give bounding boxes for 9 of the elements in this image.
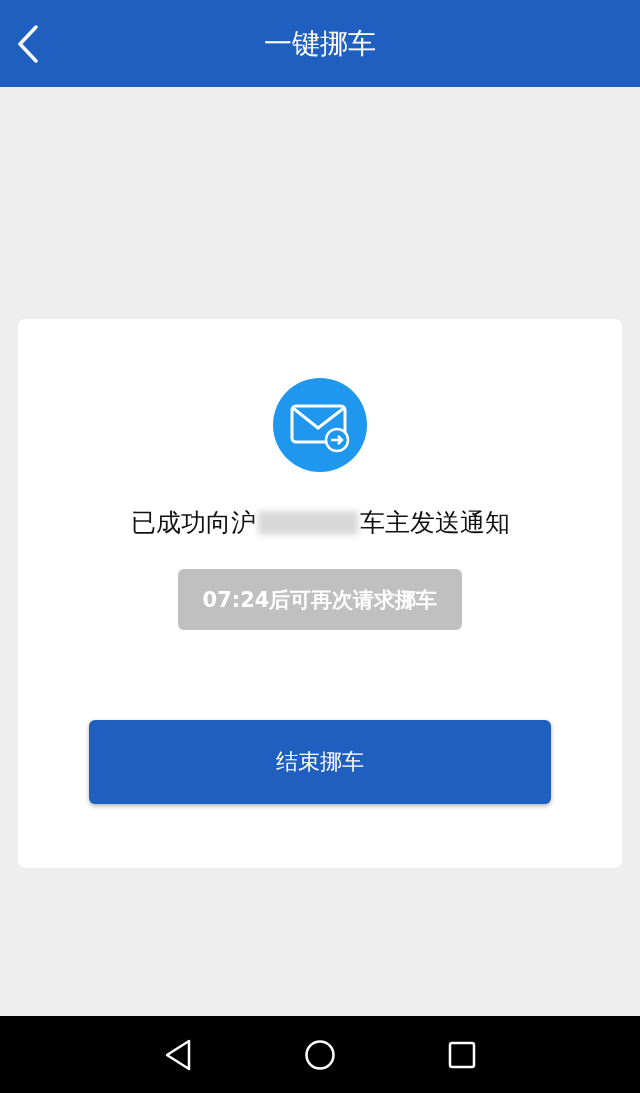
- page-title: 一键挪车: [264, 25, 376, 62]
- home-circle-icon[interactable]: [304, 1038, 336, 1071]
- back-triangle-icon[interactable]: [164, 1038, 192, 1071]
- notice-text: 已成功向沪: [130, 507, 256, 539]
- notice-text: 车主发送通知: [359, 507, 510, 539]
- end-button[interactable]: 结束挪车: [89, 720, 551, 804]
- back-icon[interactable]: [17, 25, 39, 63]
- mail-send-icon: [273, 378, 367, 472]
- square-icon[interactable]: [448, 1040, 476, 1069]
